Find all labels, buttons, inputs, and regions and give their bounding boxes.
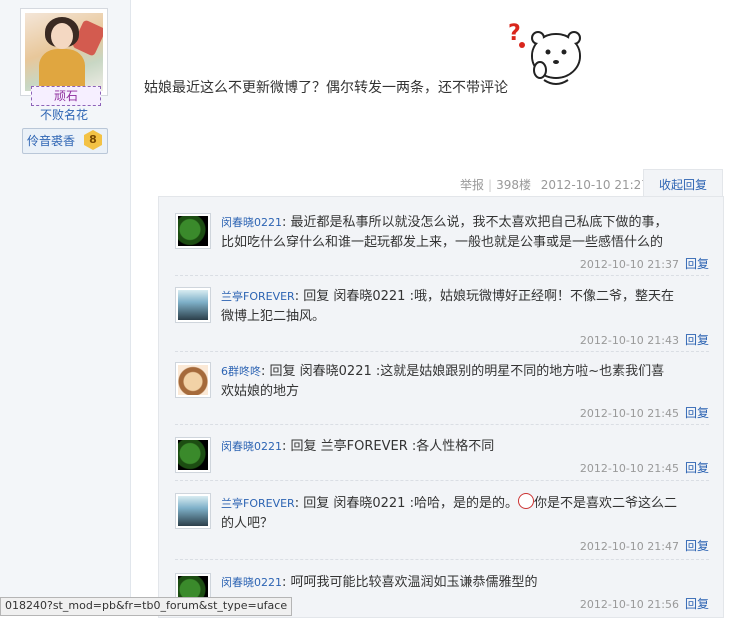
reply-text-line2: 微博上犯二抽风。	[221, 309, 326, 324]
reply-button[interactable]: 回复	[685, 257, 709, 271]
reply-text: 最近都是私事所以就没怎么说，我不太喜欢把自己私底下做的事，	[290, 215, 668, 230]
reply-item: 闵春晓0221: 回复 兰亭FOREVER :各人性格不同 2012-10-10…	[175, 437, 709, 477]
reply-username[interactable]: 闵春晓0221	[221, 440, 282, 453]
reply-text: 回复 闵春晓0221 :哦，姑娘玩微博好正经啊！不像二爷，整天在	[303, 289, 674, 304]
collapse-replies-button[interactable]: 收起回复	[643, 169, 723, 197]
reply-avatar[interactable]	[175, 362, 211, 398]
svg-text:?: ?	[508, 21, 521, 46]
reply-footer: 2012-10-10 21:47 回复	[580, 537, 709, 554]
reply-item: 兰亭FOREVER: 回复 闵春晓0221 :哈哈，是的是的。 你是不是喜欢二爷这…	[175, 493, 709, 553]
reply-button[interactable]: 回复	[685, 333, 709, 347]
level-name: 伶音裘香	[27, 134, 76, 148]
reply-footer: 2012-10-10 21:37 回复	[580, 255, 709, 272]
reply-text: 回复 闵春晓0221 :哈哈，是的是的。	[303, 496, 518, 511]
reply-divider	[175, 480, 709, 481]
avatar-image[interactable]	[25, 13, 103, 91]
author-sidebar: 顽石 不败名花 伶音裘香 8	[0, 0, 131, 614]
reply-separator: :	[282, 575, 287, 590]
reply-text: 回复 闵春晓0221 :这就是姑娘跟别的明星不同的地方啦~也素我们喜	[269, 364, 665, 379]
reply-footer: 2012-10-10 21:45 回复	[580, 459, 709, 476]
reply-username[interactable]: 闵春晓0221	[221, 576, 282, 589]
reply-username[interactable]: 6群咚咚	[221, 365, 261, 378]
reply-separator: :	[282, 215, 287, 230]
reply-separator: :	[282, 439, 287, 454]
reply-list: 闵春晓0221: 最近都是私事所以就没怎么说，我不太喜欢把自己私底下做的事， 比…	[158, 196, 724, 618]
post-time: 2012-10-10 21:27	[540, 178, 649, 192]
reply-button[interactable]: 回复	[685, 539, 709, 553]
reply-item: 闵春晓0221: 最近都是私事所以就没怎么说，我不太喜欢把自己私底下做的事， 比…	[175, 213, 709, 273]
reply-time: 2012-10-10 21:43	[579, 334, 679, 347]
reply-text: 回复 兰亭FOREVER :各人性格不同	[290, 439, 495, 454]
level-badge[interactable]: 伶音裘香 8	[22, 128, 108, 154]
reply-text-line2: 的人吧？	[221, 516, 274, 531]
reply-text-cont: 你是不是喜欢二爷这么二	[533, 496, 677, 511]
level-number-icon: 8	[84, 130, 102, 150]
reply-separator: :	[294, 496, 300, 511]
post-content: 姑娘最近这么不更新微博了？偶尔转发一两条，还不带评论	[144, 80, 508, 96]
reply-time: 2012-10-10 21:45	[579, 462, 679, 475]
rank-badge: 顽石	[31, 86, 101, 106]
reply-avatar[interactable]	[175, 287, 211, 323]
reply-divider	[175, 275, 709, 276]
reply-avatar[interactable]	[175, 437, 211, 473]
reply-avatar[interactable]	[175, 213, 211, 249]
confused-bear-emoji-icon: ?	[508, 21, 581, 85]
laughing-emoji-icon	[517, 493, 534, 509]
reply-footer: 2012-10-10 21:43 回复	[580, 331, 709, 348]
reply-time: 2012-10-10 21:47	[579, 540, 679, 553]
reply-item: 6群咚咚: 回复 闵春晓0221 :这就是姑娘跟别的明星不同的地方啦~也素我们喜…	[175, 362, 709, 422]
reply-footer: 2012-10-10 21:45 回复	[580, 404, 709, 421]
reply-text-line2: 欢姑娘的地方	[221, 384, 300, 399]
reply-divider	[175, 424, 709, 425]
report-link[interactable]: 举报	[460, 178, 484, 192]
reply-username[interactable]: 闵春晓0221	[221, 216, 282, 229]
reply-divider	[175, 559, 709, 560]
browser-status-url: 018240?st_mod=pb&fr=tb0_forum&st_type=uf…	[0, 597, 293, 616]
reply-separator: :	[294, 289, 300, 304]
reply-button[interactable]: 回复	[685, 406, 709, 420]
floor-number: 398楼	[496, 178, 531, 192]
reply-time: 2012-10-10 21:56	[579, 598, 679, 611]
reply-time: 2012-10-10 21:45	[579, 407, 679, 420]
author-name[interactable]: 不败名花	[0, 106, 128, 123]
reply-footer: 2012-10-10 21:56 回复	[580, 595, 709, 612]
author-avatar[interactable]: 顽石	[20, 8, 108, 106]
reply-text-line2: 比如吃什么穿什么和谁一起玩都发上来，一般也就是公事或是一些感悟什么的	[221, 235, 664, 250]
reply-button[interactable]: 回复	[685, 597, 709, 611]
reply-avatar[interactable]	[175, 493, 211, 529]
reply-button[interactable]: 回复	[685, 461, 709, 475]
reply-username[interactable]: 兰亭FOREVER	[221, 497, 295, 510]
post-meta: 举报 | 398楼 2012-10-10 21:27	[460, 178, 649, 192]
reply-divider	[175, 351, 709, 352]
reply-item: 兰亭FOREVER: 回复 闵春晓0221 :哦，姑娘玩微博好正经啊！不像二爷，…	[175, 287, 709, 347]
reply-separator: :	[261, 364, 266, 379]
reply-time: 2012-10-10 21:37	[579, 258, 679, 271]
reply-text: 呵呵我可能比较喜欢温润如玉谦恭儒雅型的	[290, 575, 538, 590]
reply-username[interactable]: 兰亭FOREVER	[221, 290, 295, 303]
